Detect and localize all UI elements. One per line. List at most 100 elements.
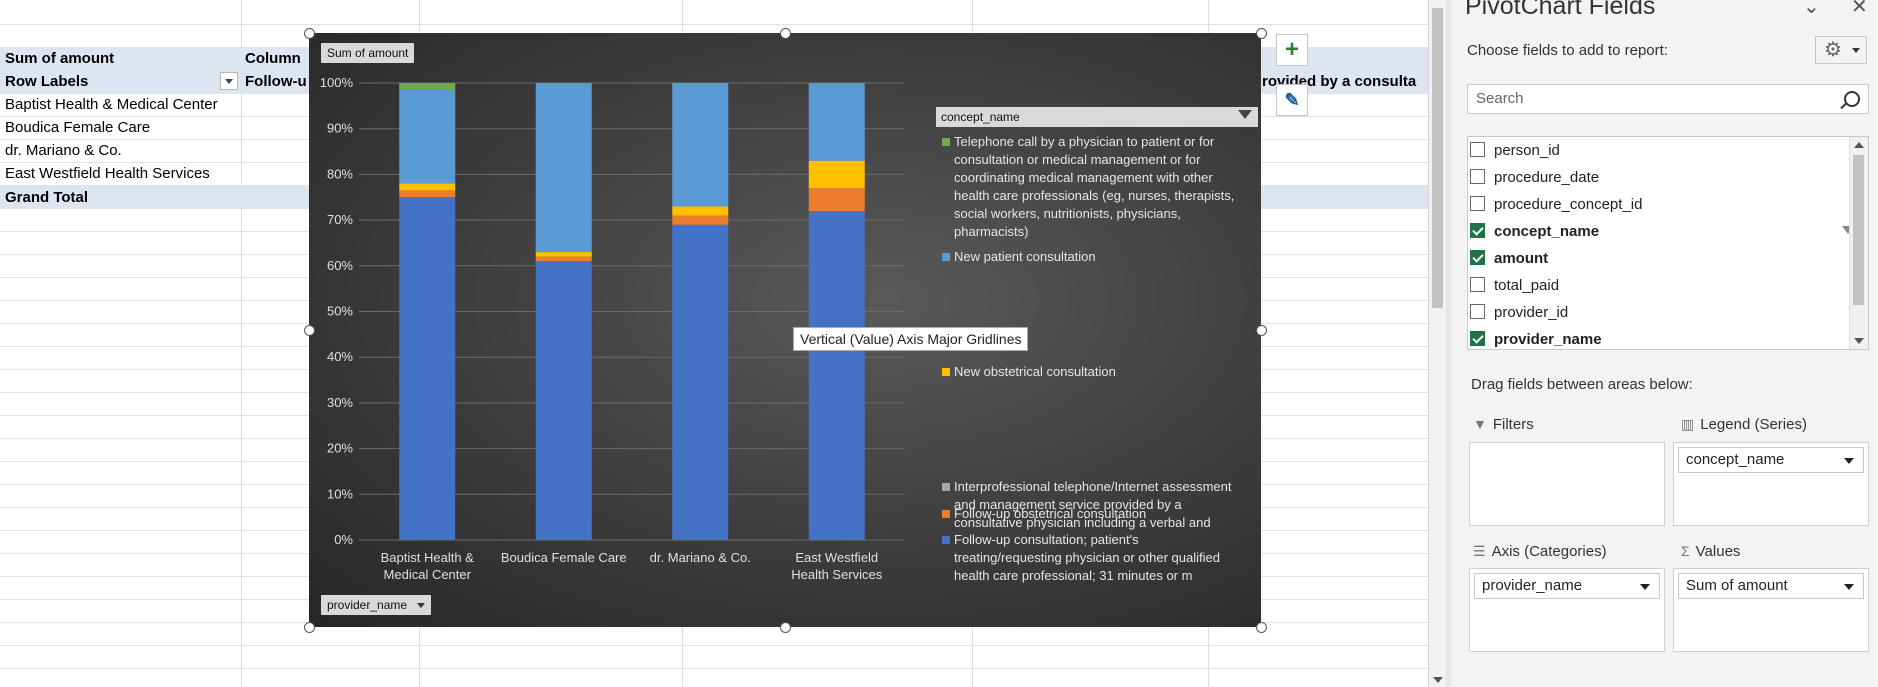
sheet-vertical-scrollbar[interactable] xyxy=(1428,0,1447,687)
legend-swatch xyxy=(942,536,950,544)
close-icon[interactable]: ✕ xyxy=(1851,0,1868,19)
field-checkbox[interactable] xyxy=(1470,196,1485,211)
axis-field-pill-label: provider_name xyxy=(1482,577,1583,594)
bar-segment[interactable] xyxy=(399,89,456,184)
scroll-down-icon[interactable] xyxy=(1854,338,1864,344)
resize-handle[interactable] xyxy=(304,28,315,39)
bar-segment[interactable] xyxy=(672,215,729,225)
worksheet[interactable]: Sum of amount Column Row Labels Follow-u… xyxy=(0,0,1428,687)
bar-segment[interactable] xyxy=(808,210,865,540)
legend-label: New patient consultation xyxy=(954,249,1096,264)
pivot-chart[interactable]: 0% 10% 20% 30% 40% 50% 60% 70% 80% 90% 100% Baptist… xyxy=(309,33,1261,627)
field-item-total-paid[interactable]: total_paid xyxy=(1468,272,1848,299)
x-tick-label: Boudica Female Care xyxy=(501,550,627,565)
resize-handle[interactable] xyxy=(780,28,791,39)
chevron-down-icon[interactable]: ⌄ xyxy=(1803,0,1820,19)
bar-segment[interactable] xyxy=(399,197,456,540)
bar-segment[interactable] xyxy=(672,206,729,216)
field-checkbox[interactable] xyxy=(1470,223,1485,238)
chart-elements-button[interactable]: + xyxy=(1276,34,1308,66)
field-checkbox[interactable] xyxy=(1470,304,1485,319)
field-item-procedure-date[interactable]: procedure_date xyxy=(1468,164,1848,191)
bar-segment[interactable] xyxy=(808,160,865,189)
field-checkbox[interactable] xyxy=(1470,142,1485,157)
field-checkbox[interactable] xyxy=(1470,277,1485,292)
pivot-row-label[interactable]: Boudica Female Care xyxy=(5,116,150,139)
scroll-down-icon[interactable] xyxy=(1433,677,1443,683)
field-item-person-id[interactable]: person_id xyxy=(1468,137,1848,164)
bar-segment[interactable] xyxy=(672,83,729,207)
bar-segment[interactable] xyxy=(535,83,592,253)
resize-handle[interactable] xyxy=(304,325,315,336)
tools-button[interactable]: ⚙ xyxy=(1815,36,1867,64)
field-search-input[interactable]: Search xyxy=(1467,84,1869,114)
pivot-value-header[interactable]: Sum of amount xyxy=(5,47,114,70)
gear-icon: ⚙ xyxy=(1824,39,1842,61)
pivot-column-label[interactable]: Follow-u xyxy=(245,70,307,93)
chart-styles-button[interactable]: ✎ xyxy=(1276,84,1308,116)
column-divider xyxy=(241,0,242,687)
field-checkbox[interactable] xyxy=(1470,331,1485,346)
scroll-thumb[interactable] xyxy=(1432,8,1443,308)
pivot-row-label[interactable]: East Westfield Health Services xyxy=(5,162,210,185)
legend-swatch xyxy=(942,253,950,261)
bar-segment[interactable] xyxy=(672,224,729,541)
values-field-pill[interactable]: Sum of amount xyxy=(1678,573,1864,599)
legend-entry[interactable]: New obstetrical consultation xyxy=(942,363,1244,381)
pivot-grand-total[interactable]: Grand Total xyxy=(5,186,88,209)
legend-label: Follow-up consultation; patient's treati… xyxy=(954,532,1220,583)
bar-segment[interactable] xyxy=(535,261,592,540)
field-item-amount[interactable]: amount xyxy=(1468,245,1848,272)
field-label: procedure_date xyxy=(1494,169,1600,186)
field-item-procedure-concept-id[interactable]: procedure_concept_id xyxy=(1468,191,1848,218)
field-label: procedure_concept_id xyxy=(1494,196,1643,213)
legend-entry[interactable]: Follow-up consultation; patient's treati… xyxy=(942,531,1244,585)
filters-drop-area[interactable] xyxy=(1469,442,1665,526)
legend-entry[interactable]: Telephone call by a physician to patient… xyxy=(942,133,1244,241)
legend-field-button[interactable]: concept_name xyxy=(936,107,1258,127)
pivot-row-labels[interactable]: Row Labels xyxy=(5,70,88,93)
pivot-row-label[interactable]: Baptist Health & Medical Center xyxy=(5,93,218,116)
resize-handle[interactable] xyxy=(780,622,791,633)
legend-entry[interactable]: Follow-up obstetrical consultation xyxy=(942,505,1244,523)
pivot-column-header[interactable]: Column xyxy=(245,47,301,70)
field-item-provider-name[interactable]: provider_name xyxy=(1468,326,1848,349)
bar-segment[interactable] xyxy=(535,256,592,262)
legend-entry[interactable]: New patient consultation xyxy=(942,248,1244,266)
values-drop-area[interactable]: Sum of amount xyxy=(1673,568,1869,652)
bar-segment[interactable] xyxy=(399,83,456,90)
search-icon[interactable] xyxy=(1844,91,1860,107)
field-checkbox[interactable] xyxy=(1470,250,1485,265)
bar-segment[interactable] xyxy=(399,183,456,191)
field-list[interactable]: person_id procedure_date procedure_concept… xyxy=(1467,136,1869,350)
legend-swatch xyxy=(942,138,950,146)
field-checkbox[interactable] xyxy=(1470,169,1485,184)
resize-handle[interactable] xyxy=(304,622,315,633)
resize-handle[interactable] xyxy=(1256,622,1267,633)
y-tick-label: 100% xyxy=(320,75,354,90)
values-field-button[interactable]: Sum of amount xyxy=(321,43,415,63)
scroll-thumb[interactable] xyxy=(1853,155,1864,305)
axis-drop-area[interactable]: provider_name xyxy=(1469,568,1665,652)
bar-segment[interactable] xyxy=(535,252,592,257)
field-list-scrollbar[interactable] xyxy=(1849,137,1868,349)
field-item-provider-id[interactable]: provider_id xyxy=(1468,299,1848,326)
scroll-up-icon[interactable] xyxy=(1854,142,1864,148)
legend-drop-area[interactable]: concept_name xyxy=(1673,442,1869,526)
resize-handle[interactable] xyxy=(1256,28,1267,39)
bar-segment[interactable] xyxy=(808,83,865,161)
axis-field-pill[interactable]: provider_name xyxy=(1474,573,1660,599)
y-tick-label: 30% xyxy=(327,395,353,410)
axis-field-button[interactable]: provider_name xyxy=(321,595,432,615)
chevron-down-icon xyxy=(1852,48,1860,53)
resize-handle[interactable] xyxy=(1256,325,1267,336)
legend-field-pill[interactable]: concept_name xyxy=(1678,447,1864,473)
bar-segment[interactable] xyxy=(399,190,456,198)
row-labels-filter-dropdown[interactable] xyxy=(220,72,238,90)
drag-instructions: Drag fields between areas below: xyxy=(1471,376,1693,393)
field-item-concept-name[interactable]: concept_name xyxy=(1468,218,1854,245)
search-placeholder: Search xyxy=(1476,90,1524,107)
pivot-row-label[interactable]: dr. Mariano & Co. xyxy=(5,139,122,162)
row-divider xyxy=(0,645,1428,646)
bar-segment[interactable] xyxy=(808,188,865,211)
